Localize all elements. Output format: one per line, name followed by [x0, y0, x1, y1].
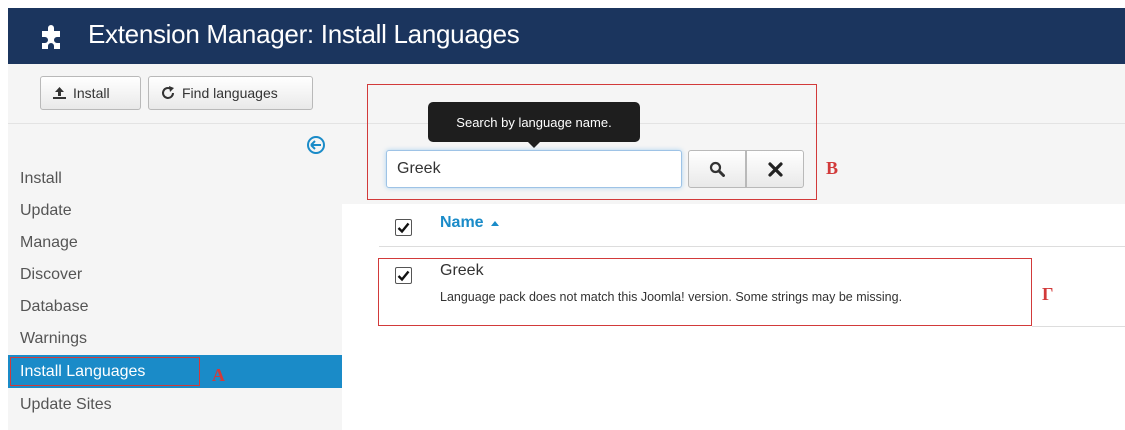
collapse-sidebar-icon[interactable] — [306, 135, 326, 155]
sidebar-item-update[interactable]: Update — [8, 194, 342, 227]
sidebar-item-install[interactable]: Install — [8, 162, 342, 195]
column-header-name-label: Name — [440, 214, 484, 231]
search-tooltip: Search by language name. — [428, 102, 640, 148]
sidebar-item-manage[interactable]: Manage — [8, 226, 342, 259]
search-icon — [709, 161, 725, 177]
find-languages-button[interactable]: Find languages — [148, 76, 313, 110]
checkmark-icon — [397, 270, 410, 282]
annotation-label-b: B — [826, 158, 839, 178]
sidebar-item-discover[interactable]: Discover — [8, 258, 342, 291]
annotation-label-a: А — [212, 365, 225, 385]
sort-ascending-icon — [490, 220, 499, 226]
find-languages-button-label: Find languages — [182, 85, 278, 101]
annotation-box-a — [10, 357, 200, 386]
search-input[interactable] — [386, 150, 682, 188]
sidebar-item-database[interactable]: Database — [8, 290, 342, 323]
clear-search-button[interactable] — [746, 150, 804, 188]
close-icon — [767, 161, 783, 177]
search-button[interactable] — [688, 150, 746, 188]
checkmark-icon — [397, 222, 410, 234]
refresh-icon — [162, 86, 174, 99]
upload-icon — [53, 87, 66, 99]
page-header: Extension Manager: Install Languages — [8, 8, 1125, 64]
page-title: Extension Manager: Install Languages — [88, 19, 520, 49]
install-button[interactable]: Install — [40, 76, 141, 110]
install-button-label: Install — [73, 85, 110, 101]
table-row-divider — [1032, 326, 1125, 327]
table-header-divider — [379, 246, 1125, 247]
puzzle-piece-icon — [42, 25, 60, 49]
table-row-language-name: Greek — [440, 262, 484, 279]
sidebar-item-update-sites[interactable]: Update Sites — [8, 388, 342, 421]
annotation-label-g: Γ — [1042, 284, 1054, 304]
column-header-name[interactable]: Name — [440, 214, 499, 232]
select-all-checkbox[interactable] — [395, 219, 412, 236]
table-row-warning-note: Language pack does not match this Joomla… — [440, 290, 903, 304]
row-checkbox[interactable] — [395, 267, 412, 284]
sidebar-item-warnings[interactable]: Warnings — [8, 322, 342, 355]
